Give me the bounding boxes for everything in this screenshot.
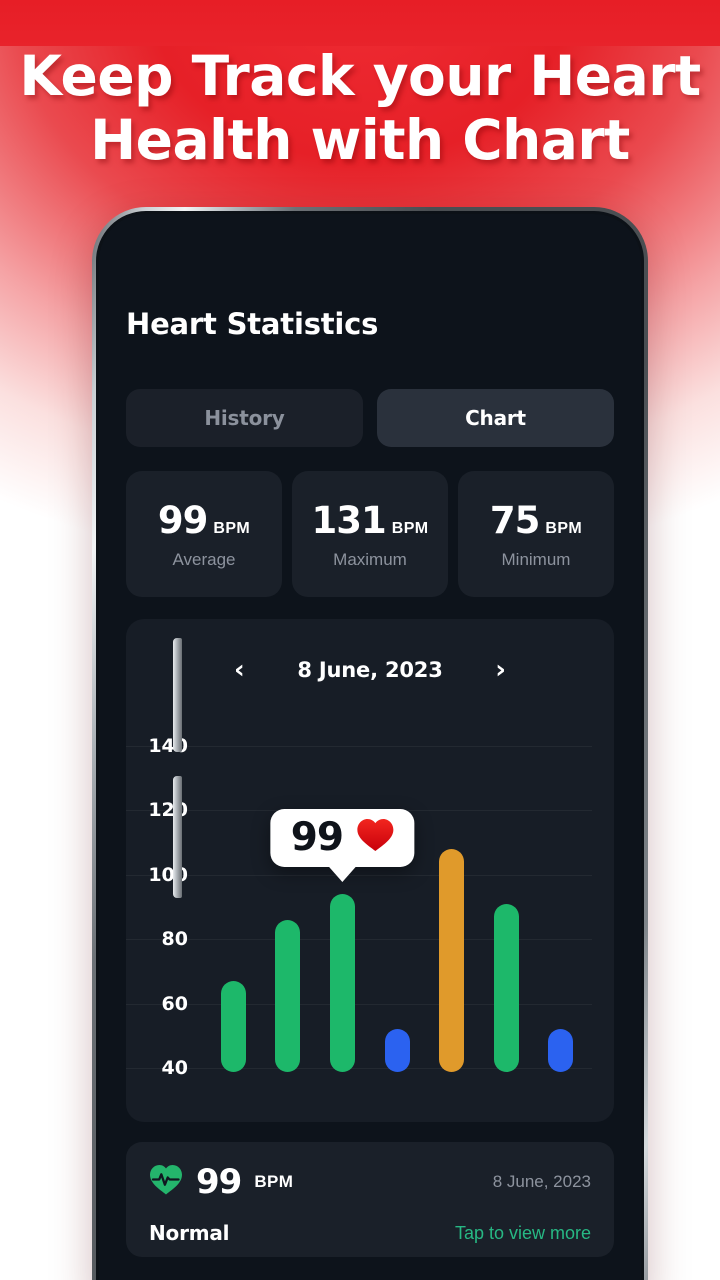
phone-power-button — [173, 776, 182, 898]
chart-bar[interactable] — [275, 919, 301, 1072]
stat-maximum-label: Maximum — [333, 549, 407, 569]
reading-status: Normal — [149, 1221, 230, 1245]
chart-y-tick-label: 60 — [161, 992, 188, 1015]
stat-card-minimum[interactable]: 75 BPM Minimum — [458, 471, 614, 597]
stat-average-value: 99 — [157, 498, 208, 542]
stat-card-maximum[interactable]: 131 BPM Maximum — [292, 471, 448, 597]
chart-y-tick-label: 80 — [161, 928, 188, 951]
stat-minimum-unit: BPM — [545, 519, 583, 537]
tooltip-value: 99 — [290, 815, 344, 861]
chevron-left-icon[interactable]: ‹ — [227, 657, 251, 683]
promo-headline: Keep Track your Heart Health with Chart — [0, 44, 720, 172]
chart-date-label: 8 June, 2023 — [297, 658, 443, 682]
promo-headline-line-1: Keep Track your Heart — [19, 44, 701, 108]
heart-icon — [356, 818, 394, 857]
phone-bezel: Heart Statistics History Chart 99 BPM Av… — [96, 211, 644, 1280]
chart-value-tooltip: 99 — [270, 809, 415, 883]
stat-value-row: 131 BPM — [312, 499, 429, 542]
phone-screen: Heart Statistics History Chart 99 BPM Av… — [99, 214, 641, 1280]
reading-value: 99 — [196, 1162, 242, 1202]
chart-plot-area: 140 120 100 80 60 40 99 — [126, 715, 614, 1122]
chart-bar[interactable] — [384, 1029, 410, 1072]
promo-background-top — [0, 0, 720, 46]
stat-value-row: 75 BPM — [490, 499, 582, 542]
reading-date: 8 June, 2023 — [492, 1172, 591, 1191]
promo-headline-line-2: Health with Chart — [90, 108, 630, 172]
chart-bar[interactable] — [439, 849, 465, 1072]
tap-to-view-more-link[interactable]: Tap to view more — [455, 1223, 591, 1244]
tooltip-pointer — [327, 865, 358, 883]
phone-mockup: Heart Statistics History Chart 99 BPM Av… — [92, 207, 648, 1280]
chart-bar[interactable] — [493, 903, 519, 1072]
tab-chart[interactable]: Chart — [377, 389, 614, 447]
chart-bar[interactable] — [329, 894, 355, 1072]
chart-y-tick-label: 40 — [161, 1057, 188, 1079]
reading-top-row: 99 BPM 8 June, 2023 — [149, 1162, 591, 1202]
reading-value-group: 99 BPM — [149, 1162, 293, 1202]
chart-bars: 99 — [206, 715, 588, 1122]
chart-bar[interactable] — [548, 1029, 574, 1072]
phone-volume-button — [173, 638, 182, 752]
stat-card-average[interactable]: 99 BPM Average — [126, 471, 282, 597]
tab-bar: History Chart — [126, 389, 614, 447]
stats-row: 99 BPM Average 131 BPM Maximum 75 BPM Mi… — [126, 471, 614, 597]
chart-card: ‹ 8 June, 2023 › 140 120 100 80 60 40 99 — [126, 619, 614, 1122]
heart-pulse-icon — [149, 1164, 183, 1200]
stat-maximum-value: 131 — [311, 498, 387, 542]
chevron-right-icon[interactable]: › — [489, 657, 513, 683]
stat-average-label: Average — [172, 549, 236, 569]
latest-reading-card[interactable]: 99 BPM 8 June, 2023 Normal Tap to view m… — [126, 1142, 614, 1257]
chart-bar[interactable] — [220, 981, 246, 1072]
stat-minimum-value: 75 — [489, 498, 540, 542]
reading-unit: BPM — [254, 1172, 294, 1191]
tab-history[interactable]: History — [126, 389, 363, 447]
stat-maximum-unit: BPM — [391, 519, 429, 537]
stat-average-unit: BPM — [213, 519, 251, 537]
reading-bottom-row: Normal Tap to view more — [149, 1221, 591, 1245]
stat-value-row: 99 BPM — [158, 499, 250, 542]
stat-minimum-label: Minimum — [501, 549, 571, 569]
date-navigator: ‹ 8 June, 2023 › — [126, 619, 614, 683]
page-title: Heart Statistics — [126, 307, 379, 341]
